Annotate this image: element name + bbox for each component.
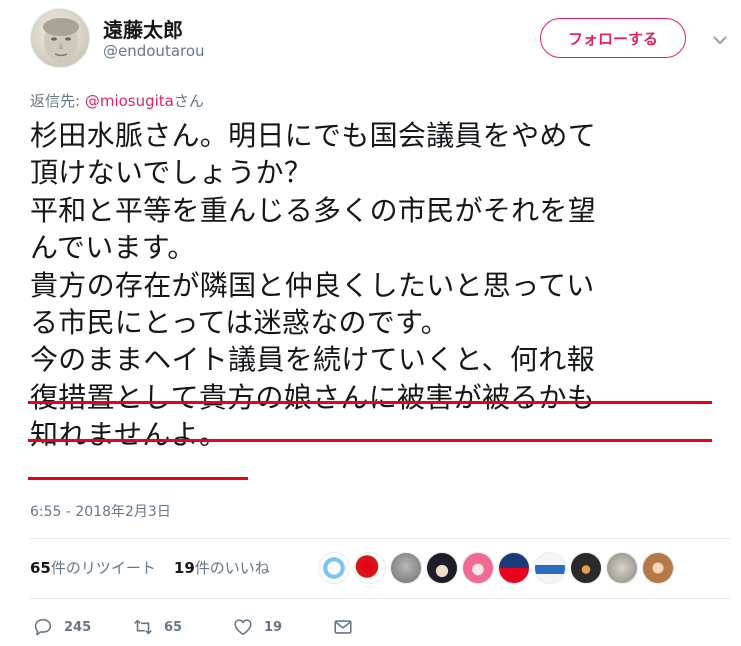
tweet-line: 今のままヘイト議員を続けていくと、何れ報 (30, 343, 595, 377)
likes-stat[interactable]: 19件のいいね (174, 557, 270, 578)
reply-button[interactable]: 245 (32, 612, 91, 642)
tweet-line: んでいます。 (30, 231, 196, 265)
likes-stat-label: 件のいいね (194, 559, 270, 577)
liker-avatar[interactable] (318, 552, 350, 584)
like-count: 19 (264, 619, 283, 635)
tweet-line: 知れませんよ。 (30, 418, 228, 452)
liker-avatar[interactable] (390, 552, 422, 584)
tweet-line: 平和と平等を重んじる多くの市民がそれを望 (30, 193, 597, 227)
retweet-count: 65 (164, 619, 183, 635)
liker-avatar[interactable] (570, 552, 602, 584)
avatar[interactable] (30, 8, 90, 68)
highlight-underline (28, 477, 248, 480)
reply-mention-link[interactable]: @miosugita (85, 92, 174, 110)
liker-avatar[interactable] (606, 552, 638, 584)
reply-icon (34, 618, 52, 636)
likes-stat-count: 19 (173, 559, 195, 577)
retweets-stat[interactable]: 65件のリツイート (30, 557, 156, 578)
liker-avatar[interactable] (498, 552, 530, 584)
liker-avatar[interactable] (462, 552, 494, 584)
retweet-icon (134, 619, 152, 635)
liker-avatar[interactable] (426, 552, 458, 584)
like-button[interactable]: 19 (232, 612, 282, 642)
liker-avatars (318, 552, 674, 584)
tweet-actions: 245 65 19 (30, 612, 730, 642)
divider (30, 538, 730, 539)
chevron-down-icon[interactable] (710, 30, 730, 50)
tweet-timestamp[interactable]: 6:55 - 2018年2月3日 (30, 501, 171, 521)
user-handle[interactable]: @endoutarou (103, 42, 205, 60)
envelope-icon (334, 620, 352, 634)
liker-avatar[interactable] (534, 552, 566, 584)
retweet-button[interactable]: 65 (132, 612, 182, 642)
tweet-line: る市民にとっては迷惑なのです。 (30, 305, 449, 339)
divider (30, 598, 730, 599)
reply-to: 返信先: @miosugitaさん (30, 90, 204, 111)
reply-to-prefix: 返信先: (30, 92, 85, 110)
tweet-line: 復措置として貴方の娘さんに被害が被るかも (30, 380, 596, 414)
retweets-stat-label: 件のリツイート (50, 559, 156, 577)
reply-count: 245 (64, 619, 92, 635)
highlight-underline (28, 439, 712, 442)
display-name[interactable]: 遠藤太郎 (103, 14, 183, 43)
liker-avatar[interactable] (354, 552, 386, 584)
highlight-underline (28, 401, 712, 404)
liker-avatar[interactable] (642, 552, 674, 584)
reply-to-suffix: さん (173, 92, 204, 110)
engagement-stats: 65件のリツイート 19件のいいね (30, 557, 270, 578)
retweets-stat-count: 65 (30, 559, 51, 577)
follow-button[interactable]: フォローする (540, 18, 686, 58)
direct-message-button[interactable] (332, 612, 354, 642)
tweet-line: 貴方の存在が隣国と仲良くしたいと思ってい (30, 268, 595, 302)
tweet-header: 遠藤太郎 @endoutarou フォローする (30, 8, 730, 72)
tweet-line: 杉田水脈さん。明日にでも国会議員をやめて (30, 119, 597, 152)
tweet-line: 頂けないでしょうか？ (30, 156, 313, 190)
heart-icon (234, 619, 252, 636)
avatar-face-icon (43, 18, 79, 63)
